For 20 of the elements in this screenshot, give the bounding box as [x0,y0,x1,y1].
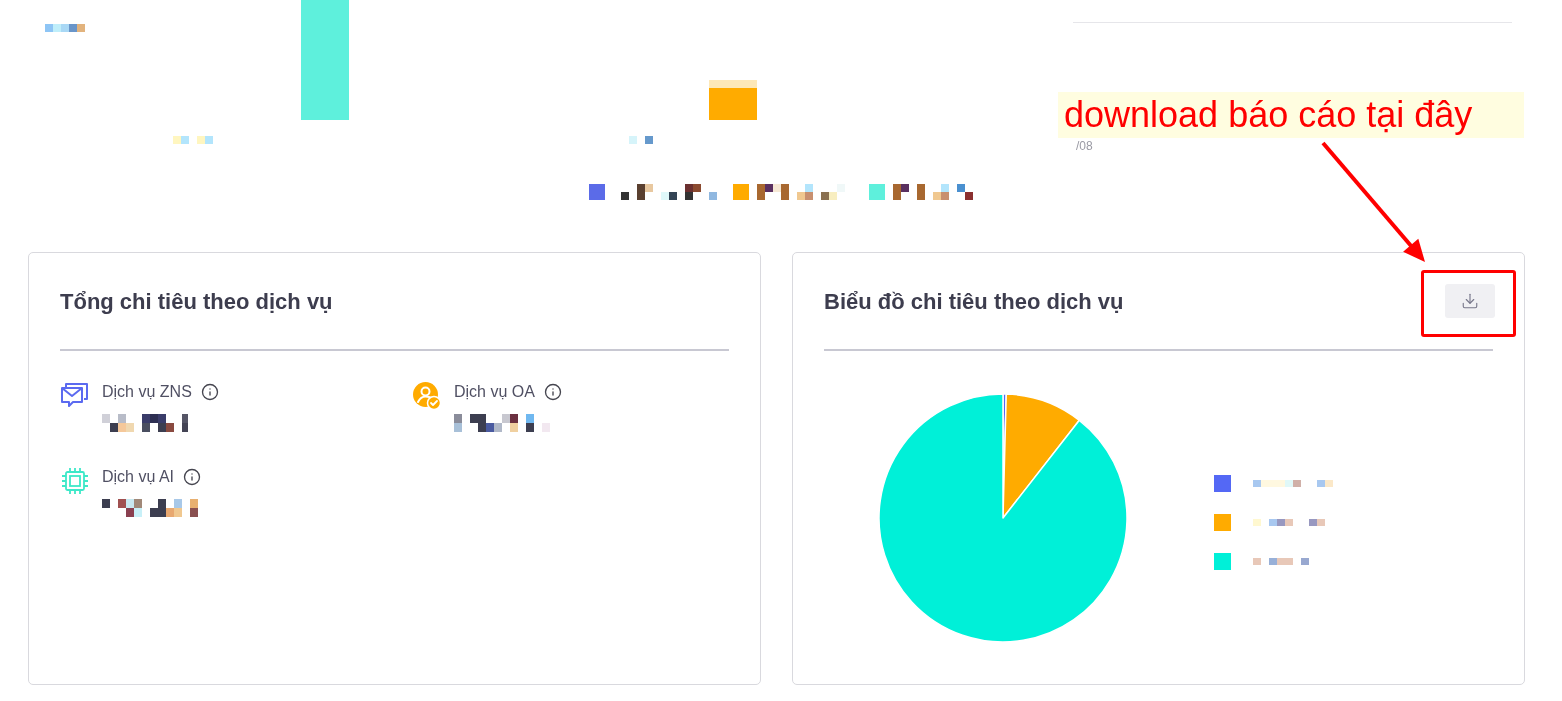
service-label: Dịch vụ AI [102,467,175,487]
user-check-badge-icon [412,382,441,410]
card-title: Biểu đồ chi tiêu theo dịch vụ [824,287,1124,316]
axis-label: /08 [1076,139,1093,153]
bar [709,80,757,120]
pixelated-text-drawing [1253,558,1309,565]
pixelated-text-drawing [1253,519,1325,526]
service-label: Dịch vụ ZNS [102,382,192,402]
pixelated-text-drawing [629,136,653,144]
info-icon[interactable] [183,468,202,486]
pixelated-text-drawing [173,136,213,144]
annotation-note: download báo cáo tại đây [1058,92,1524,138]
info-icon[interactable] [543,383,562,401]
pixelated-text-drawing [45,24,85,32]
card-title: Tổng chi tiêu theo dịch vụ [60,287,333,316]
chip-icon [60,467,89,495]
service-label: Dịch vụ OA [454,382,535,402]
download-icon [1461,292,1479,310]
info-icon[interactable] [200,383,219,401]
envelope-chat-icon [60,382,89,407]
